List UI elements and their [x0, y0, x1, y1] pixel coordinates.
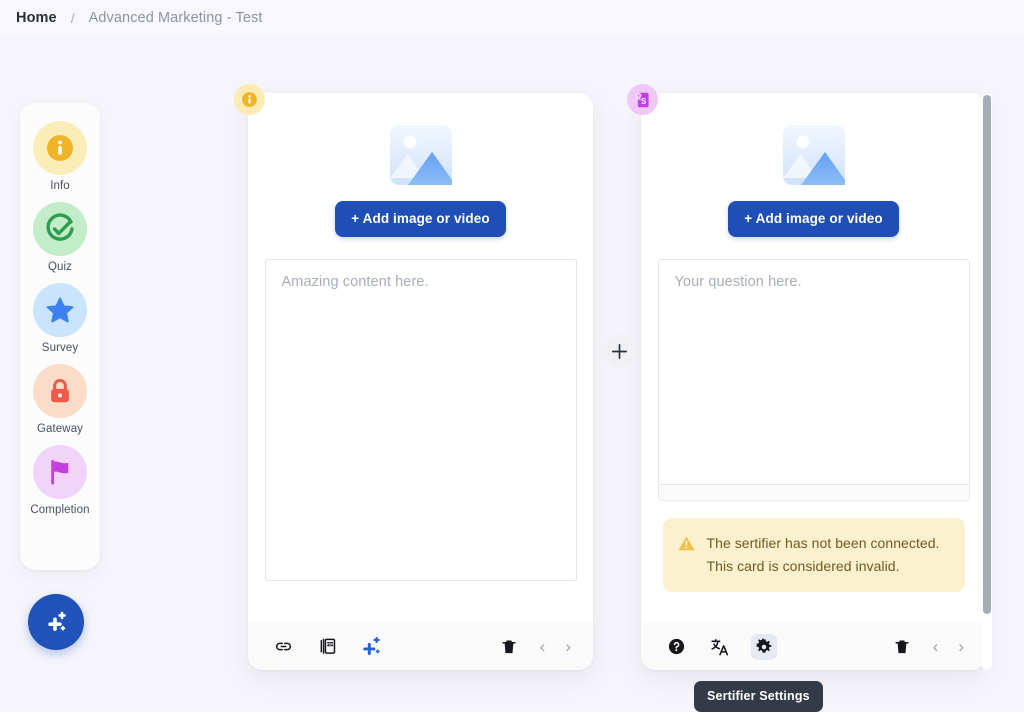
- gateway-bubble: [33, 364, 87, 418]
- link-icon: [275, 642, 291, 651]
- question-text-input[interactable]: Your question here.: [657, 259, 970, 485]
- card-type-badge-certificate: S: [627, 84, 658, 115]
- breadcrumb-separator: /: [70, 10, 75, 26]
- star-icon: [46, 297, 74, 323]
- prev-card-button[interactable]: ‹: [931, 637, 941, 657]
- card-type-sidebar: Info Quiz Survey Gateway Completion: [20, 103, 100, 570]
- help-button[interactable]: [663, 634, 689, 660]
- content-card-sertifier[interactable]: S + Add image or video Your question her…: [627, 84, 986, 670]
- content-card-info[interactable]: + Add image or video Amazing content her…: [234, 84, 593, 670]
- sidebar-item-gateway[interactable]: Gateway: [20, 364, 100, 435]
- sidebar-item-label: Gateway: [36, 423, 84, 435]
- sparkle-plus-icon: [362, 636, 380, 655]
- breadcrumb-home-link[interactable]: Home: [16, 10, 57, 26]
- card-toolbar: PDF ‹ ›: [248, 623, 593, 670]
- sidebar-item-completion[interactable]: Completion: [20, 445, 100, 516]
- add-image-or-video-button[interactable]: + Add image or video: [728, 201, 899, 237]
- link-button[interactable]: [270, 634, 296, 660]
- sidebar-item-label: Completion: [30, 504, 90, 516]
- breadcrumb: Home / Advanced Marketing - Test: [0, 0, 1024, 36]
- info-icon: [47, 135, 73, 161]
- survey-bubble: [33, 283, 87, 337]
- sidebar-item-label: Quiz: [47, 261, 73, 273]
- sidebar-item-survey[interactable]: Survey: [20, 283, 100, 354]
- warning-triangle-icon: [677, 536, 695, 551]
- card-type-badge-info: [234, 84, 265, 115]
- add-image-or-video-button[interactable]: + Add image or video: [335, 201, 506, 237]
- sparkle-plus-icon: [48, 611, 66, 631]
- validation-warning-text: The sertifier has not been connected. Th…: [706, 535, 940, 574]
- settings-tooltip: Sertifier Settings: [694, 681, 823, 712]
- card-body: + Add image or video Your question here.…: [641, 93, 986, 623]
- translate-icon: [711, 638, 729, 655]
- add-card-button[interactable]: [603, 335, 636, 368]
- vertical-scrollbar-thumb[interactable]: [983, 95, 991, 614]
- pdf-button[interactable]: PDF: [314, 634, 340, 660]
- flag-icon: [51, 459, 69, 485]
- next-card-button[interactable]: ›: [956, 637, 966, 657]
- completion-bubble: [33, 445, 87, 499]
- next-card-button[interactable]: ›: [563, 637, 573, 657]
- validation-warning: The sertifier has not been connected. Th…: [662, 518, 965, 593]
- sidebar-item-label: Info: [50, 180, 70, 192]
- delete-card-button[interactable]: [889, 634, 915, 660]
- info-icon: [242, 92, 257, 107]
- svg-text:PDF: PDF: [326, 642, 332, 646]
- content-text-input[interactable]: Amazing content here.: [264, 259, 577, 581]
- sidebar-item-label: Survey: [41, 342, 79, 354]
- breadcrumb-current-page: Advanced Marketing - Test: [88, 10, 263, 26]
- svg-text:S: S: [640, 97, 645, 106]
- info-bubble: [33, 121, 87, 175]
- card-body: + Add image or video Amazing content her…: [248, 93, 593, 623]
- gear-icon: [756, 637, 772, 653]
- lock-icon: [51, 379, 69, 403]
- question-circle-icon: [668, 638, 684, 655]
- trash-icon: [502, 640, 516, 653]
- delete-card-button[interactable]: [496, 634, 522, 660]
- check-circle-icon: [46, 213, 74, 241]
- pdf-icon: PDF: [320, 638, 335, 654]
- sidebar-item-quiz[interactable]: Quiz: [20, 202, 100, 273]
- certificate-icon: S: [635, 92, 649, 107]
- add-content-sparkle-button[interactable]: [28, 594, 84, 650]
- prev-card-button[interactable]: ‹: [538, 637, 548, 657]
- answers-strip[interactable]: [657, 485, 970, 501]
- image-placeholder-icon: [782, 125, 845, 185]
- sidebar-item-info[interactable]: Info: [20, 121, 100, 192]
- settings-button[interactable]: [751, 633, 777, 660]
- image-placeholder-icon: [389, 125, 452, 185]
- ai-sparkle-button[interactable]: [358, 634, 384, 660]
- plus-icon: [612, 344, 627, 359]
- card-toolbar: ‹ ›: [641, 623, 986, 670]
- trash-icon: [895, 640, 909, 653]
- translate-button[interactable]: [707, 634, 733, 660]
- editor-canvas: Info Quiz Survey Gateway Completion + Ad…: [0, 36, 1024, 712]
- quiz-bubble: [33, 202, 87, 256]
